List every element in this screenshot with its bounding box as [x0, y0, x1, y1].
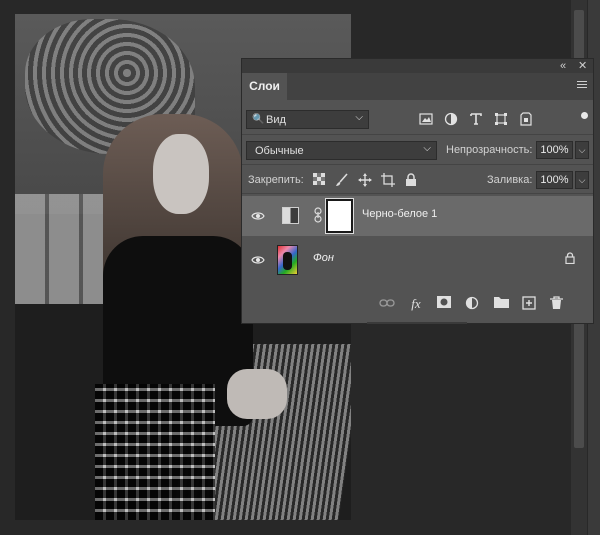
chevron-down-icon: ⌵	[423, 143, 431, 154]
opacity-label: Непрозрачность:	[446, 144, 533, 156]
opacity-input[interactable]: 100%	[536, 141, 573, 159]
background-layer-thumbnail[interactable]	[277, 245, 298, 275]
lock-image-pixels-icon[interactable]	[335, 173, 349, 187]
layers-panel: « ✕ Слои 🔍 Вид ⌵ Обычные ⌵ Непрозрачност…	[241, 58, 594, 324]
tab-layers[interactable]: Слои	[242, 73, 287, 100]
lock-row: Закрепить: Заливка: 100% ⌵	[246, 171, 591, 191]
lock-all-icon[interactable]	[404, 173, 418, 187]
divider	[242, 134, 593, 135]
photo-person-face	[153, 134, 209, 214]
mask-link-icon[interactable]	[314, 207, 322, 226]
lock-position-icon[interactable]	[358, 173, 372, 187]
lock-label: Закрепить:	[248, 174, 304, 186]
blend-row: Обычные ⌵ Непрозрачность: 100% ⌵	[246, 141, 591, 161]
panel-menu-icon[interactable]	[577, 81, 587, 91]
divider	[242, 164, 593, 165]
divider	[242, 193, 593, 194]
link-layers-icon[interactable]	[379, 296, 395, 312]
lock-artboard-icon[interactable]	[381, 173, 395, 187]
shape-filter-icon[interactable]	[494, 112, 508, 126]
layer-mask-thumbnail[interactable]	[325, 198, 354, 234]
adjustment-filter-icon[interactable]	[444, 112, 458, 126]
delete-layer-icon[interactable]	[548, 296, 564, 312]
close-panel-button[interactable]: ✕	[578, 59, 587, 73]
bw-adjustment-thumbnail[interactable]	[282, 207, 299, 224]
blend-mode-select[interactable]: Обычные ⌵	[246, 141, 437, 160]
image-filter-icon[interactable]	[419, 112, 433, 126]
visibility-eye-icon[interactable]	[251, 209, 265, 224]
panel-titlebar: « ✕	[242, 59, 593, 73]
panel-bottom-toolbar: fx	[242, 283, 593, 323]
lock-transparent-pixels-icon[interactable]	[312, 173, 326, 187]
filter-kind-select[interactable]: 🔍 Вид ⌵	[246, 110, 369, 129]
panel-tabs: Слои	[242, 73, 593, 100]
chevron-down-icon: ⌵	[355, 112, 363, 123]
blend-mode-value: Обычные	[255, 145, 304, 157]
new-group-icon[interactable]	[493, 296, 509, 312]
filter-toggle-icon[interactable]	[581, 112, 588, 119]
layer-row-bw-adjustment[interactable]: Черно-белое 1	[242, 196, 593, 236]
new-layer-icon[interactable]	[521, 296, 537, 312]
fill-input[interactable]: 100%	[536, 171, 573, 189]
layer-lock-icon[interactable]	[565, 252, 575, 267]
new-adjustment-icon[interactable]	[464, 296, 480, 312]
photo-person-hands	[227, 369, 287, 419]
search-icon: 🔍	[252, 114, 265, 125]
collapse-panel-button[interactable]: «	[560, 59, 566, 73]
photo-skirt-pattern	[95, 384, 215, 520]
fx-icon[interactable]: fx	[408, 296, 424, 312]
smart-object-filter-icon[interactable]	[519, 112, 533, 126]
fill-dropdown-button[interactable]: ⌵	[575, 171, 589, 189]
add-mask-icon[interactable]	[436, 296, 452, 312]
fill-label: Заливка:	[487, 174, 533, 186]
filter-kind-value: Вид	[266, 114, 286, 126]
type-filter-icon[interactable]	[469, 112, 483, 126]
layer-name[interactable]: Черно-белое 1	[362, 208, 437, 220]
panel-resize-handle[interactable]	[367, 322, 467, 324]
layer-row-background[interactable]: Фон	[242, 240, 593, 280]
opacity-dropdown-button[interactable]: ⌵	[575, 141, 589, 159]
layer-name[interactable]: Фон	[313, 252, 334, 264]
visibility-eye-icon[interactable]	[251, 253, 265, 268]
